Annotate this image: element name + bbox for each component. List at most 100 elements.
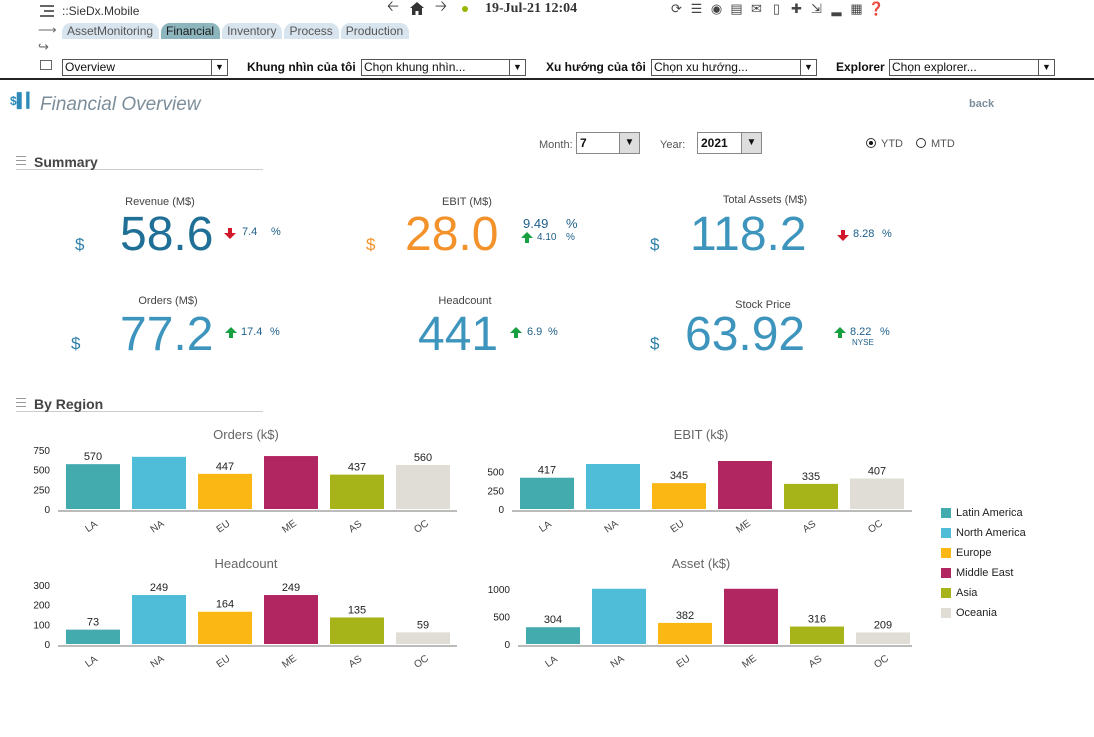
tab-inventory[interactable]: Inventory (222, 23, 283, 39)
menu-icon[interactable] (38, 5, 54, 17)
x-tick-label: OC (412, 518, 431, 536)
x-tick-label: EU (215, 518, 233, 535)
view-select[interactable]: Overview ▼ (62, 59, 228, 76)
location-icon[interactable]: ◉ (708, 0, 725, 17)
my-view-select[interactable]: Chọn khung nhìn... ▼ (361, 59, 526, 76)
data-label: 407 (868, 465, 886, 477)
tab-process[interactable]: Process (284, 23, 339, 39)
month-label: Month: (539, 139, 573, 151)
x-tick-label: LA (83, 654, 100, 670)
add-icon[interactable]: ✚ (788, 0, 805, 17)
data-label: 304 (544, 614, 562, 626)
x-tick-label: EU (215, 653, 233, 670)
total-assets-currency: $ (650, 235, 660, 254)
by-region-section-header[interactable]: By Region (16, 396, 263, 412)
total-assets-label: Total Assets (M$) (722, 194, 808, 206)
explorer-label: Explorer (836, 60, 885, 74)
orders-label: Orders (M$) (138, 295, 198, 307)
top-bar: ::SieDx.Mobile ⟶ ↪ AssetMonitoring Finan… (0, 0, 1094, 80)
summary-section-header[interactable]: Summary (16, 154, 263, 170)
y-tick-label: 200 (33, 601, 50, 612)
ebit-label: EBIT (M$) (442, 196, 492, 208)
year-select[interactable]: 2021 ▼ (697, 132, 762, 154)
back-link[interactable]: back (969, 98, 994, 110)
back-arrow-icon[interactable]: 🡠 (384, 0, 402, 17)
headcount-change-unit: % (548, 326, 558, 338)
explorer-select[interactable]: Chọn explorer... ▼ (889, 59, 1055, 76)
legend-swatch-na (941, 528, 951, 538)
data-label: 335 (802, 471, 820, 483)
region-legend: Latin America North America Europe Middl… (941, 503, 1026, 623)
mobile-icon[interactable]: ▯ (768, 0, 785, 17)
window-icon[interactable] (40, 60, 52, 70)
help-icon[interactable]: ❓ (868, 0, 885, 17)
y-tick-label: 300 (33, 581, 50, 592)
region-charts: Orders (k$) 0 250 500 750 570 LA NA 447 EU ME 437 AS… (33, 427, 912, 671)
y-tick-label: 500 (493, 612, 510, 623)
ytd-radio[interactable] (866, 138, 876, 148)
legend-item: North America (941, 523, 1026, 543)
x-tick-label: EU (675, 653, 693, 670)
data-label: 447 (216, 461, 234, 473)
refresh-icon[interactable]: ⟳ (668, 0, 685, 17)
bar-oc (856, 632, 910, 644)
dashboard-icon[interactable]: ▦ (848, 0, 865, 17)
mtd-radio[interactable] (916, 138, 926, 148)
legend-swatch-me (941, 568, 951, 578)
legend-swatch-eu (941, 548, 951, 558)
bar-as (330, 617, 384, 644)
x-tick-label: ME (740, 653, 759, 671)
tab-production[interactable]: Production (340, 23, 410, 39)
x-tick-label: AS (347, 653, 365, 670)
share-icon[interactable]: ⇲ (808, 0, 825, 17)
revenue-label: Revenue (M$) (125, 196, 195, 208)
bar-chart-icon[interactable]: ▂ (828, 0, 845, 17)
bar-eu (198, 473, 252, 509)
legend-swatch-as (941, 588, 951, 598)
ebit-change-primary-unit: % (566, 216, 578, 231)
stock-price-change: 8.22 (850, 326, 872, 338)
chevron-down-icon: ▼ (1038, 60, 1054, 75)
y-tick-label: 0 (498, 505, 504, 516)
tab-assetmonitoring[interactable]: AssetMonitoring (62, 23, 160, 39)
drag-handle-icon[interactable] (16, 398, 26, 410)
data-label: 560 (414, 452, 432, 464)
bar-as (784, 483, 838, 509)
my-trend-select[interactable]: Chọn xu hướng... ▼ (651, 59, 817, 76)
home-icon[interactable] (408, 0, 426, 17)
nav-buttons: 🡠 🡢 (384, 0, 468, 17)
drag-handle-icon[interactable] (16, 156, 26, 168)
bar-me (718, 461, 772, 509)
bar-eu (658, 622, 712, 644)
y-tick-label: 500 (487, 468, 504, 479)
mail-icon[interactable]: ✉ (748, 0, 765, 17)
bar-oc (850, 478, 904, 509)
x-tick-label: LA (537, 519, 554, 535)
forward-arrow-icon[interactable]: 🡢 (432, 0, 450, 17)
x-tick-label: AS (801, 518, 819, 535)
search-list-icon[interactable]: ☰ (688, 0, 705, 17)
stock-price-value: 63.92 (685, 308, 806, 361)
y-tick-label: 250 (487, 486, 504, 497)
x-tick-label: OC (412, 653, 431, 671)
x-tick-label: NA (603, 518, 621, 535)
legend-item: Latin America (941, 503, 1026, 523)
tab-financial[interactable]: Financial (161, 23, 221, 39)
return-arrow-icon[interactable]: ↪ (38, 40, 54, 53)
chart-title: Orders (k$) (213, 427, 279, 442)
ytd-label: YTD (881, 138, 903, 150)
y-tick-label: 1000 (488, 585, 511, 596)
data-label: 164 (216, 599, 234, 611)
data-label: 135 (348, 604, 366, 616)
month-select[interactable]: 7 ▼ (576, 132, 640, 154)
printer-icon[interactable]: ▤ (728, 0, 745, 17)
bar-na (132, 456, 186, 509)
y-tick-label: 750 (33, 446, 50, 457)
headcount-value: 441 (418, 308, 499, 361)
up-arrow-icon (225, 327, 237, 338)
arrow-right-icon[interactable]: ⟶ (38, 23, 57, 36)
bar-la (526, 627, 580, 644)
y-tick-label: 250 (33, 485, 50, 496)
revenue-value: 58.6 (120, 208, 214, 261)
x-tick-label: ME (734, 518, 753, 536)
